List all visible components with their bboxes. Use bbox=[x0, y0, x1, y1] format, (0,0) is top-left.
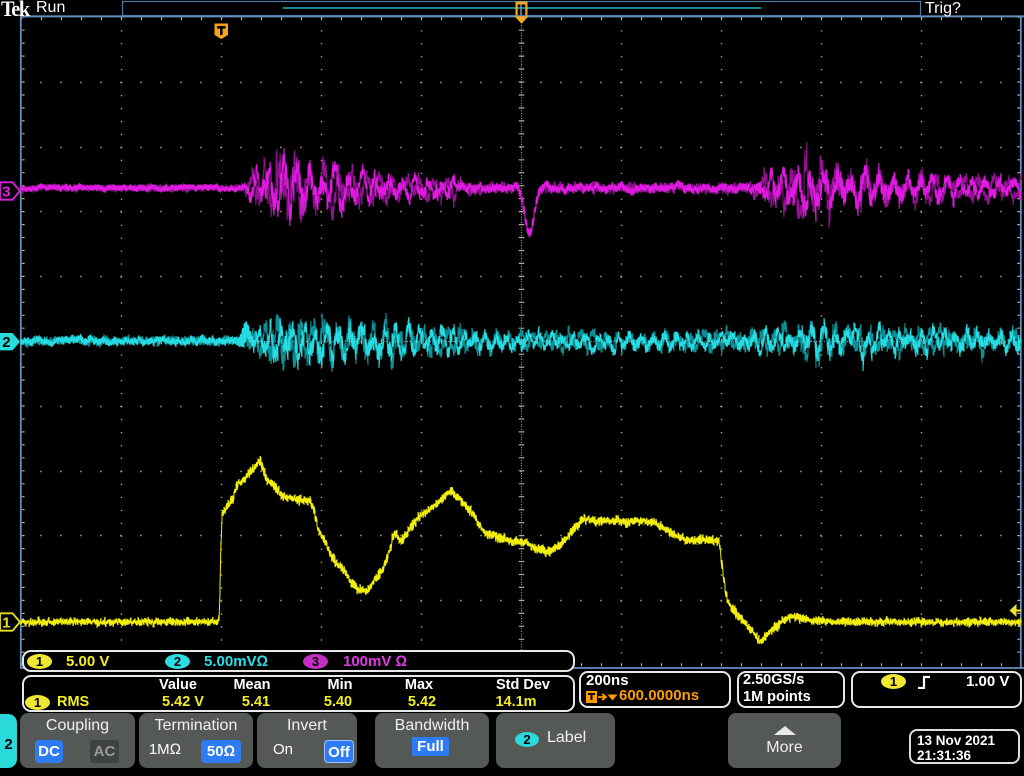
svg-text:2: 2 bbox=[2, 334, 10, 351]
svg-text:1: 1 bbox=[2, 614, 10, 631]
svg-text:3: 3 bbox=[2, 183, 10, 200]
